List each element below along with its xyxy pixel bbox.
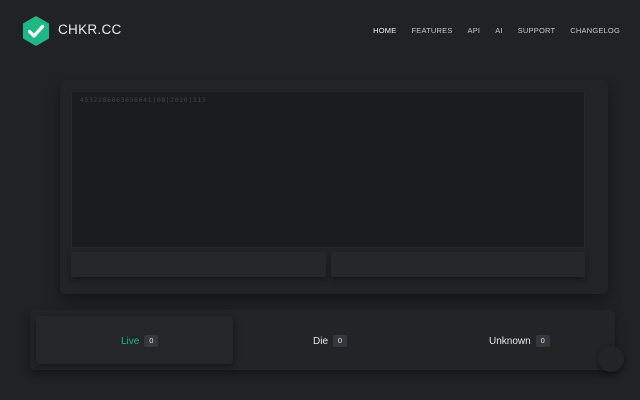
live-label: Live	[121, 335, 140, 347]
unknown-stat[interactable]: Unknown 0	[489, 333, 550, 349]
die-label: Die	[313, 335, 329, 347]
unknown-count: 0	[535, 335, 550, 347]
nav-api[interactable]: API	[468, 26, 481, 35]
live-stat[interactable]: Live 0	[121, 333, 159, 349]
nav-features[interactable]: FEATURES	[411, 26, 452, 35]
top-bar: CHKR.CC HOME FEATURES API AI SUPPORT CHA…	[0, 0, 640, 62]
live-count: 0	[144, 335, 159, 347]
nav-support[interactable]: SUPPORT	[518, 26, 556, 35]
unknown-label: Unknown	[489, 335, 531, 347]
start-button[interactable]	[71, 252, 326, 277]
nav-home[interactable]: HOME	[373, 26, 396, 35]
brand-name[interactable]: CHKR.CC	[58, 22, 122, 37]
die-count: 0	[333, 335, 348, 347]
nav-changelog[interactable]: CHANGELOG	[570, 26, 620, 35]
check-badge-icon[interactable]	[20, 15, 52, 47]
cards-input[interactable]: 4532286063656641|08|2020|113	[71, 91, 585, 248]
stop-button[interactable]	[331, 252, 585, 277]
floating-action-button[interactable]	[598, 346, 624, 372]
nav-ai[interactable]: AI	[495, 26, 503, 35]
die-stat[interactable]: Die 0	[313, 333, 348, 349]
main-nav: HOME FEATURES API AI SUPPORT CHANGELOG	[373, 26, 620, 35]
input-placeholder: 4532286063656641|08|2020|113	[80, 96, 207, 104]
